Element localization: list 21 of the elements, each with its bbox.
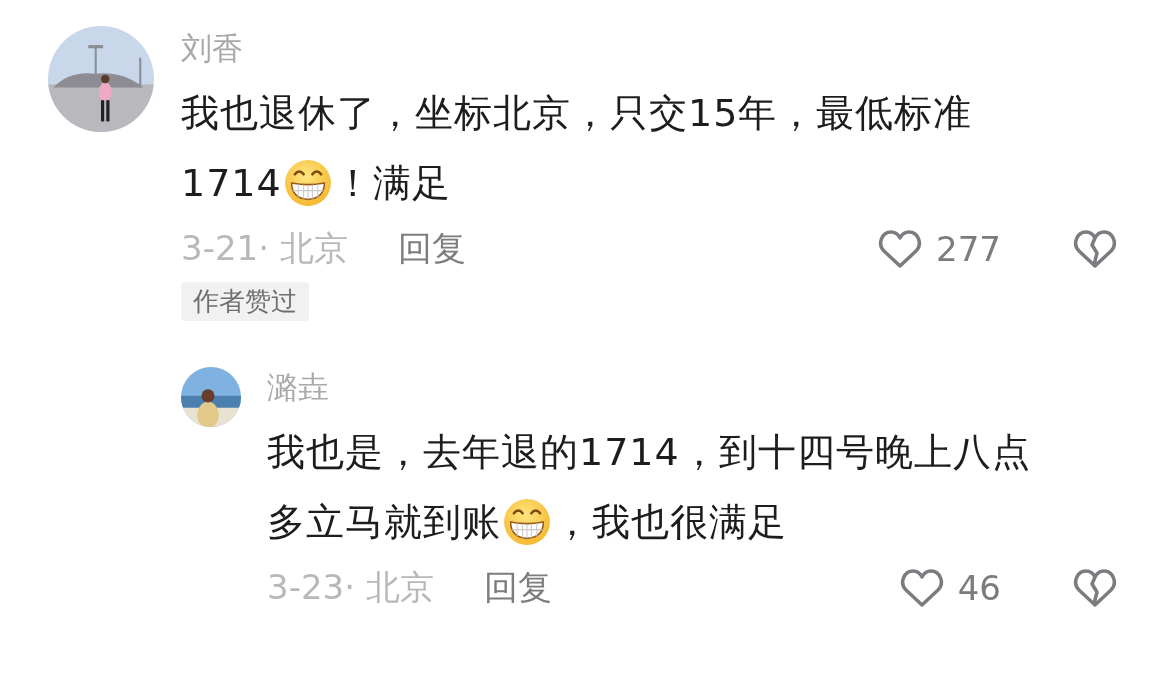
like-count: 46 (957, 568, 1001, 608)
comment-date: 3-21· 北京 (181, 227, 348, 270)
like-count: 277 (936, 229, 1001, 269)
grinning-emoji-icon (283, 159, 332, 207)
comment-date: 3-23· 北京 (267, 566, 434, 609)
reply-link[interactable]: 回复 (483, 565, 552, 611)
grinning-emoji-icon (503, 498, 551, 546)
comment-text: 1714 (181, 160, 282, 206)
comment-text: 多立马就到账 (267, 499, 501, 545)
author-name[interactable]: 刘香 (181, 26, 243, 70)
comment-text: 我也是，去年退的1714，到十四号晚上八点 (267, 429, 1031, 475)
comment-text: ，我也很满足 (553, 499, 787, 545)
broken-heart-icon[interactable] (1073, 229, 1117, 269)
heart-icon[interactable] (899, 568, 944, 608)
comment-text: ！满足 (333, 160, 451, 206)
author-liked-tag: 作者赞过 (181, 282, 309, 321)
author-name[interactable]: 潞垚 (267, 365, 329, 409)
heart-icon[interactable] (878, 229, 923, 269)
comment-text: 我也退休了，坐标北京，只交15年，最低标准 (181, 90, 973, 136)
reply-link[interactable]: 回复 (397, 226, 466, 272)
broken-heart-icon[interactable] (1073, 568, 1117, 608)
